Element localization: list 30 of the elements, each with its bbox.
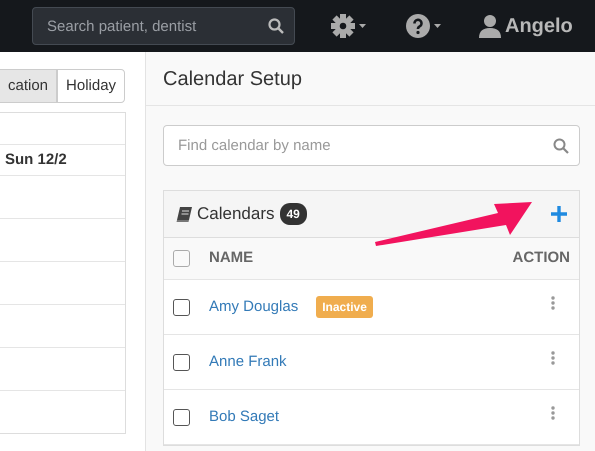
help-icon[interactable] xyxy=(406,14,430,38)
checkbox[interactable] xyxy=(173,354,190,370)
caret-icon xyxy=(359,24,366,28)
calendar-link[interactable]: Amy Douglas xyxy=(209,296,298,318)
more-icon[interactable] xyxy=(551,406,555,420)
settings-icon[interactable] xyxy=(331,14,355,38)
count-badge: 49 xyxy=(280,203,307,225)
calendar-link[interactable]: Bob Saget xyxy=(209,406,280,428)
status-badge: Inactive xyxy=(316,296,373,318)
user-icon[interactable] xyxy=(479,14,501,38)
book-icon xyxy=(176,206,192,222)
checkbox[interactable] xyxy=(173,298,190,316)
view-tab[interactable]: cation xyxy=(0,69,58,103)
search-field[interactable]: Search patient, dentist xyxy=(32,7,295,45)
view-tab[interactable]: Holiday xyxy=(57,69,126,103)
column-header: NAME xyxy=(209,248,254,268)
checkbox[interactable] xyxy=(173,250,190,267)
card-title: Calendars xyxy=(197,203,274,226)
calendar-link[interactable]: Anne Frank xyxy=(209,350,287,374)
more-icon[interactable] xyxy=(551,351,555,365)
search-icon[interactable] xyxy=(268,18,284,34)
checkbox[interactable] xyxy=(173,408,190,426)
add-icon[interactable] xyxy=(551,206,567,222)
page-title: Calendar Setup xyxy=(163,66,302,92)
user-name[interactable]: Angelo xyxy=(505,11,573,41)
caret-icon xyxy=(434,24,441,28)
column-header: ACTION xyxy=(512,248,570,268)
more-icon[interactable] xyxy=(551,296,555,310)
search-icon[interactable] xyxy=(553,138,569,154)
day-header: Sun 12/2 xyxy=(5,150,67,170)
